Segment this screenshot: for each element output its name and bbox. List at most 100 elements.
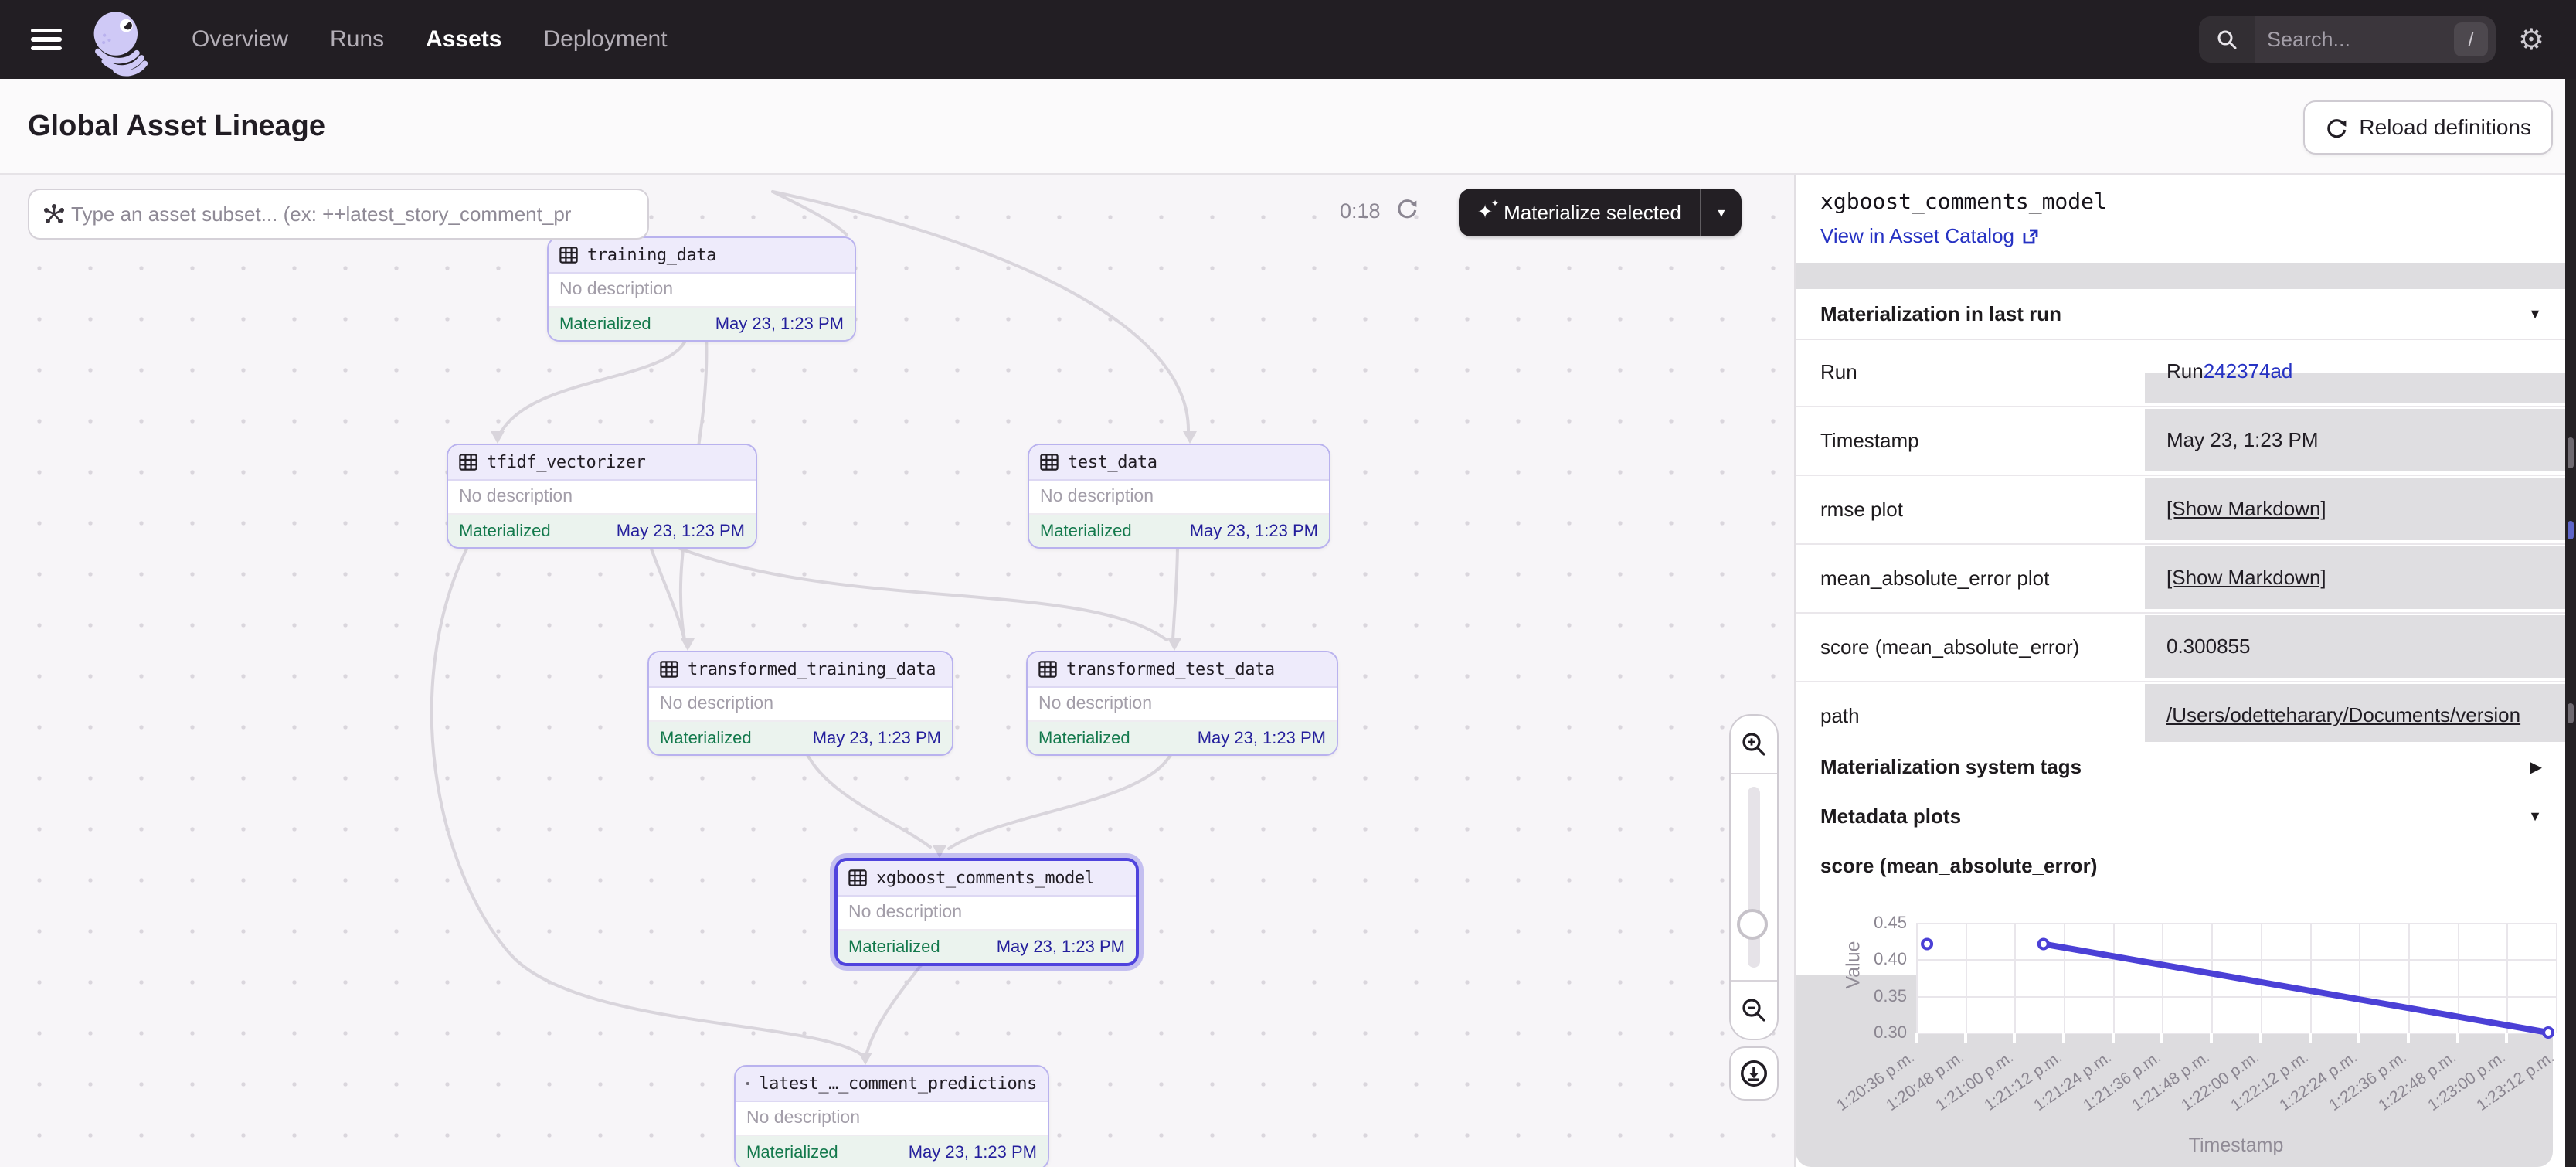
download-graph-button[interactable] [1729, 1046, 1779, 1101]
table-icon [459, 454, 477, 471]
search-placeholder: Search... [2267, 28, 2350, 52]
top-nav: Overview Runs Assets Deployment Search..… [0, 0, 2576, 79]
metadata-table: Run Run 242374ad Timestamp May 23, 1:23 … [1796, 339, 2567, 751]
row-label: score (mean_absolute_error) [1820, 614, 2079, 681]
dagster-app: Overview Runs Assets Deployment Search..… [0, 0, 2576, 1167]
show-markdown-link[interactable]: [Show Markdown] [2166, 566, 2326, 590]
asset-description: No description [549, 274, 855, 308]
x-axis-title: Timestamp [2174, 1135, 2298, 1157]
zoom-out-button[interactable] [1731, 980, 1777, 1039]
nav-item-assets[interactable]: Assets [426, 26, 501, 53]
section-metadata-plots[interactable]: Metadata plots ▼ [1796, 791, 2567, 842]
background-window-strip [2565, 79, 2576, 1167]
materialization-time[interactable]: May 23, 1:23 PM [1198, 728, 1326, 748]
show-markdown-link[interactable]: [Show Markdown] [2166, 497, 2326, 521]
refresh-icon[interactable] [1395, 196, 1419, 226]
row-value: May 23, 1:23 PM [2145, 409, 2567, 471]
gear-icon[interactable]: ⚙ [2496, 22, 2567, 57]
row-value: Run 242374ad [2145, 340, 2567, 403]
asset-graph-icon [43, 203, 65, 225]
page-title: Global Asset Lineage [28, 110, 325, 143]
nav-item-runs[interactable]: Runs [330, 26, 384, 53]
asset-description: No description [448, 481, 756, 515]
zoom-controls [1729, 714, 1779, 1040]
materialize-selected-button[interactable]: ✦ Materialize selected ▾ [1459, 189, 1742, 236]
asset-node-transformed-training-data[interactable]: transformed_training_data No description… [647, 651, 953, 756]
asset-node-test-data[interactable]: test_data No description Materialized May… [1028, 444, 1330, 549]
search-icon [2199, 16, 2255, 63]
chevron-right-icon: ▶ [2530, 757, 2542, 777]
materialization-time[interactable]: May 23, 1:23 PM [1190, 521, 1318, 541]
refresh-icon [2325, 116, 2348, 139]
zoom-in-button[interactable] [1731, 716, 1777, 774]
materialization-time[interactable]: May 23, 1:23 PM [909, 1142, 1037, 1162]
row-label: rmse plot [1820, 476, 1903, 543]
run-prefix: Run [2166, 359, 2204, 383]
table-icon [746, 1075, 749, 1092]
asset-description: No description [1029, 481, 1329, 515]
chart-plot-area [1916, 923, 2556, 1033]
status-badge: Materialized [746, 1142, 838, 1162]
row-label: Run [1820, 339, 1857, 406]
status-badge: Materialized [459, 521, 551, 541]
table-row-timestamp: Timestamp May 23, 1:23 PM [1796, 407, 2567, 476]
status-badge: Materialized [559, 314, 651, 334]
chart-title-row: score (mean_absolute_error) [1796, 841, 2567, 890]
table-row-rmse-plot: rmse plot [Show Markdown] [1796, 476, 2567, 545]
panel-asset-name: xgboost_comments_model [1820, 189, 2107, 214]
nav-right: Search... / ⚙ [2199, 16, 2576, 63]
reload-definitions-label: Reload definitions [2359, 115, 2531, 140]
chevron-down-icon: ▼ [2528, 306, 2542, 322]
run-id-link[interactable]: 242374ad [2204, 359, 2293, 383]
zoom-slider-thumb[interactable] [1737, 909, 1768, 940]
zoom-slider[interactable] [1731, 774, 1777, 980]
materialization-time[interactable]: May 23, 1:23 PM [617, 521, 745, 541]
status-badge: Materialized [660, 728, 752, 748]
download-icon [1739, 1059, 1769, 1088]
row-label: path [1820, 682, 1860, 750]
materialization-time[interactable]: May 23, 1:23 PM [813, 728, 941, 748]
table-row-path: path /Users/odetteharary/Documents/versi… [1796, 682, 2567, 751]
asset-description: No description [736, 1102, 1048, 1136]
table-icon [848, 869, 867, 886]
nav-item-overview[interactable]: Overview [192, 26, 288, 53]
section-label: Materialization in last run [1820, 302, 2061, 326]
asset-name: test_data [1068, 453, 1157, 472]
nav-item-deployment[interactable]: Deployment [543, 26, 667, 53]
asset-node-training-data[interactable]: training_data No description Materialize… [547, 236, 856, 342]
lineage-canvas[interactable]: 0:18 ✦ Materialize selected ▾ training_d… [0, 173, 1794, 1167]
view-in-asset-catalog-link[interactable]: View in Asset Catalog [1820, 224, 2014, 248]
asset-description: No description [649, 688, 952, 722]
reload-definitions-button[interactable]: Reload definitions [2303, 100, 2553, 155]
sparkle-icon: ✦ [1477, 203, 1493, 222]
menu-icon[interactable] [31, 29, 62, 50]
asset-filter-input-wrap [28, 189, 649, 240]
table-row-mae-plot: mean_absolute_error plot [Show Markdown] [1796, 545, 2567, 614]
search-shortcut-badge: / [2454, 22, 2488, 56]
search-input[interactable]: Search... / [2199, 16, 2496, 63]
asset-node-xgboost-comments-model[interactable]: xgboost_comments_model No description Ma… [834, 858, 1139, 966]
asset-name: transformed_training_data [688, 660, 936, 679]
asset-detail-panel: xgboost_comments_model View in Asset Cat… [1794, 173, 2567, 1167]
section-label: Metadata plots [1820, 805, 1961, 828]
asset-node-transformed-test-data[interactable]: transformed_test_data No description Mat… [1026, 651, 1338, 756]
chevron-down-icon: ▼ [2528, 808, 2542, 825]
materialize-dropdown-button[interactable]: ▾ [1700, 189, 1742, 236]
materialization-time[interactable]: May 23, 1:23 PM [715, 314, 844, 334]
page-header: Global Asset Lineage Reload definitions [0, 79, 2576, 175]
section-label: Materialization system tags [1820, 755, 2082, 779]
asset-node-latest-comment-predictions[interactable]: latest_…_comment_predictions No descript… [734, 1065, 1049, 1167]
section-materialization-last-run[interactable]: Materialization in last run ▼ [1796, 289, 2567, 340]
asset-node-tfidf-vectorizer[interactable]: tfidf_vectorizer No description Material… [447, 444, 757, 549]
materialization-time[interactable]: May 23, 1:23 PM [997, 937, 1125, 957]
table-icon [1038, 661, 1057, 678]
path-link[interactable]: /Users/odetteharary/Documents/version [2166, 703, 2520, 727]
status-badge: Materialized [1040, 521, 1132, 541]
panel-divider-band [1796, 263, 2567, 291]
refresh-timer: 0:18 [1340, 199, 1381, 223]
asset-filter-input[interactable] [71, 202, 647, 226]
zoom-slider-track[interactable] [1748, 787, 1760, 968]
dagster-logo-icon[interactable] [83, 5, 155, 79]
asset-name: xgboost_comments_model [876, 869, 1095, 888]
section-materialization-system-tags[interactable]: Materialization system tags ▶ [1796, 742, 2567, 793]
